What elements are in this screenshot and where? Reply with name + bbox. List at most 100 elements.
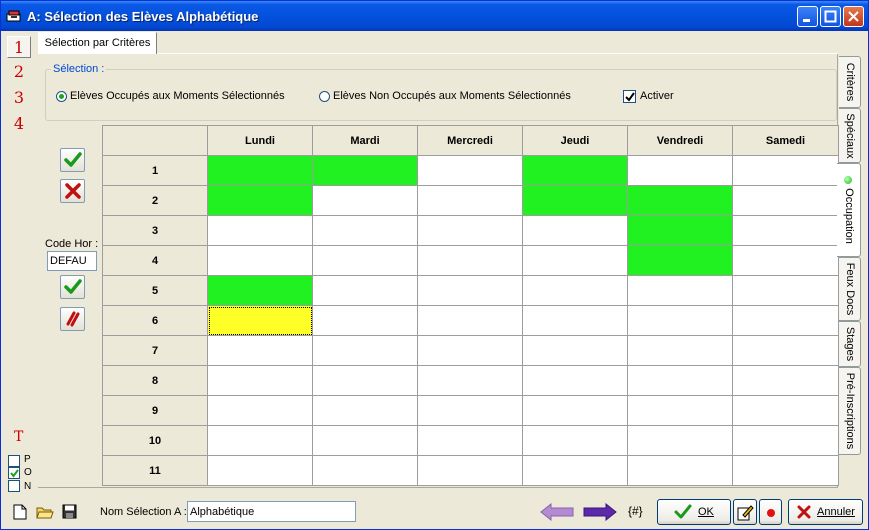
- grid-cell[interactable]: [417, 395, 523, 426]
- grid-cell[interactable]: [207, 395, 313, 426]
- grid-cell[interactable]: [627, 335, 733, 366]
- grid-cell[interactable]: [627, 215, 733, 246]
- grid-cell[interactable]: [522, 245, 628, 276]
- grid-cell[interactable]: [732, 185, 839, 216]
- grid-cell[interactable]: [627, 185, 733, 216]
- vtab-stages[interactable]: Stages: [839, 321, 861, 367]
- radio-occupied-label[interactable]: Elèves Occupés aux Moments Sélectionnés: [70, 90, 285, 102]
- grid-cell[interactable]: [732, 455, 839, 486]
- day-header[interactable]: Lundi: [207, 125, 313, 156]
- radio-occupied[interactable]: [56, 91, 67, 102]
- grid-cell[interactable]: [312, 455, 418, 486]
- grid-cell[interactable]: [312, 305, 418, 336]
- day-header[interactable]: Jeudi: [522, 125, 628, 156]
- nom-selection-input[interactable]: [187, 501, 356, 522]
- maximize-button[interactable]: [820, 6, 841, 27]
- new-document-icon[interactable]: [13, 504, 27, 520]
- grid-cell[interactable]: [732, 365, 839, 396]
- period-header[interactable]: 3: [102, 215, 208, 246]
- open-folder-icon[interactable]: [36, 504, 54, 520]
- vtab-occupation[interactable]: Occupation: [837, 163, 861, 257]
- grid-cell[interactable]: [417, 305, 523, 336]
- arrow-right-icon[interactable]: [583, 503, 617, 521]
- period-header[interactable]: 8: [102, 365, 208, 396]
- grid-cell[interactable]: [207, 425, 313, 456]
- grid-cell[interactable]: [522, 395, 628, 426]
- grid-cell[interactable]: [417, 365, 523, 396]
- grid-cell[interactable]: [627, 305, 733, 336]
- period-header[interactable]: 1: [102, 155, 208, 186]
- activer-checkbox[interactable]: [623, 90, 636, 103]
- period-header[interactable]: 6: [102, 305, 208, 336]
- ok-button[interactable]: OK: [657, 499, 731, 525]
- grid-cell[interactable]: [312, 185, 418, 216]
- grid-cell[interactable]: [522, 455, 628, 486]
- grid-cell[interactable]: [627, 155, 733, 186]
- close-button[interactable]: [843, 6, 864, 27]
- grid-cell[interactable]: [207, 275, 313, 306]
- left-page-2[interactable]: 2: [7, 61, 31, 83]
- arrow-left-icon[interactable]: [540, 503, 574, 521]
- vtab-pre-inscriptions[interactable]: Pré-Inscriptions: [839, 367, 861, 455]
- select-all-button[interactable]: [60, 148, 85, 172]
- grid-cell[interactable]: [732, 245, 839, 276]
- grid-cell[interactable]: [417, 245, 523, 276]
- grid-cell[interactable]: [522, 365, 628, 396]
- grid-cell[interactable]: [417, 335, 523, 366]
- grid-cell[interactable]: [417, 425, 523, 456]
- period-header[interactable]: 9: [102, 395, 208, 426]
- vtab-criteres[interactable]: Critères: [839, 56, 861, 108]
- minimize-button[interactable]: [797, 6, 818, 27]
- grid-cell[interactable]: [732, 275, 839, 306]
- grid-cell[interactable]: [312, 425, 418, 456]
- day-header[interactable]: Mardi: [312, 125, 418, 156]
- grid-cell[interactable]: [627, 455, 733, 486]
- grid-cell[interactable]: [207, 335, 313, 366]
- period-header[interactable]: 11: [102, 455, 208, 486]
- grid-corner[interactable]: [102, 125, 208, 156]
- grid-cell[interactable]: [417, 155, 523, 186]
- apply-code-button[interactable]: [60, 275, 85, 299]
- check-n[interactable]: [8, 480, 20, 492]
- clear-code-button[interactable]: [60, 307, 85, 331]
- grid-cell[interactable]: [627, 425, 733, 456]
- grid-cell[interactable]: [627, 395, 733, 426]
- grid-cell[interactable]: [312, 215, 418, 246]
- left-page-1[interactable]: 1: [7, 36, 31, 58]
- grid-cell[interactable]: [627, 275, 733, 306]
- period-header[interactable]: 7: [102, 335, 208, 366]
- radio-free[interactable]: [319, 91, 330, 102]
- grid-cell[interactable]: [312, 335, 418, 366]
- grid-cell[interactable]: [417, 215, 523, 246]
- grid-cell[interactable]: [207, 215, 313, 246]
- vtab-feux-docs[interactable]: Feux Docs: [839, 257, 861, 321]
- left-page-4[interactable]: 4: [7, 113, 31, 135]
- grid-cell[interactable]: [522, 335, 628, 366]
- grid-cell[interactable]: [312, 245, 418, 276]
- edit-button[interactable]: [733, 499, 757, 525]
- cancel-button[interactable]: Annuler: [788, 499, 863, 525]
- activer-label[interactable]: Activer: [640, 90, 674, 102]
- period-header[interactable]: 10: [102, 425, 208, 456]
- grid-cell[interactable]: [732, 155, 839, 186]
- period-header[interactable]: 4: [102, 245, 208, 276]
- grid-cell[interactable]: [522, 305, 628, 336]
- grid-cell[interactable]: [207, 455, 313, 486]
- period-header[interactable]: 5: [102, 275, 208, 306]
- grid-cell[interactable]: [522, 275, 628, 306]
- grid-cell[interactable]: [627, 245, 733, 276]
- grid-cell[interactable]: [312, 155, 418, 186]
- save-disk-icon[interactable]: [62, 504, 77, 519]
- tab-selection-criteres[interactable]: Sélection par Critères: [38, 32, 157, 54]
- grid-cell[interactable]: [207, 185, 313, 216]
- grid-cell[interactable]: [312, 275, 418, 306]
- title-bar[interactable]: A: Sélection des Elèves Alphabétique: [1, 1, 868, 31]
- grid-cell[interactable]: [522, 425, 628, 456]
- grid-cell[interactable]: [207, 305, 313, 336]
- grid-cell[interactable]: [732, 335, 839, 366]
- grid-cell[interactable]: [417, 455, 523, 486]
- grid-cell[interactable]: [522, 185, 628, 216]
- deselect-all-button[interactable]: [60, 179, 85, 203]
- grid-cell[interactable]: [417, 275, 523, 306]
- check-p[interactable]: [8, 455, 20, 467]
